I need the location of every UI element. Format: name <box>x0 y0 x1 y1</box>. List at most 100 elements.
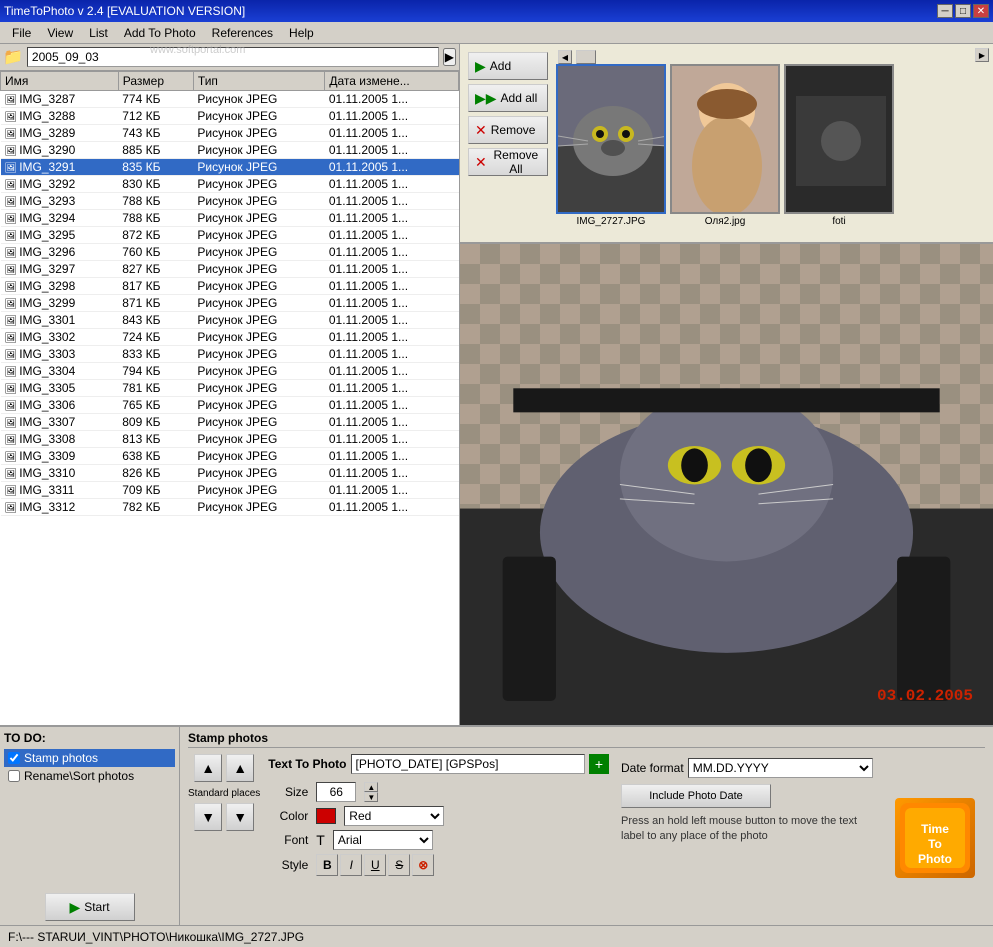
table-row[interactable]: 🖼IMG_3294 788 КБ Рисунок JPEG 01.11.2005… <box>1 210 459 227</box>
menu-file[interactable]: File <box>4 24 39 42</box>
stamp-title: Stamp photos <box>188 731 985 748</box>
menu-view[interactable]: View <box>39 24 81 42</box>
font-icon: T <box>316 832 325 848</box>
date-format-select[interactable]: MM.DD.YYYY DD.MM.YYYY YYYY.MM.DD <box>688 758 873 778</box>
thumbnail-person[interactable]: Оля2.jpg <box>670 64 780 227</box>
menu-add-to-photo[interactable]: Add To Photo <box>116 24 204 42</box>
add-tag-button[interactable]: + <box>589 754 609 774</box>
start-button[interactable]: ▶ Start <box>45 893 135 921</box>
cell-date: 01.11.2005 1... <box>325 125 459 142</box>
address-input[interactable] <box>27 47 439 67</box>
todo-item-stamp[interactable]: Stamp photos <box>4 749 175 767</box>
table-row[interactable]: 🖼IMG_3299 871 КБ Рисунок JPEG 01.11.2005… <box>1 295 459 312</box>
logo-area: Time To Photo <box>885 754 985 921</box>
close-button[interactable]: ✕ <box>973 4 989 18</box>
table-row[interactable]: 🖼IMG_3290 885 КБ Рисунок JPEG 01.11.2005… <box>1 142 459 159</box>
todo-checkbox-stamp[interactable] <box>8 752 20 764</box>
cell-type: Рисунок JPEG <box>193 227 324 244</box>
table-row[interactable]: 🖼IMG_3292 830 КБ Рисунок JPEG 01.11.2005… <box>1 176 459 193</box>
table-row[interactable]: 🖼IMG_3304 794 КБ Рисунок JPEG 01.11.2005… <box>1 363 459 380</box>
menu-help[interactable]: Help <box>281 24 322 42</box>
maximize-button[interactable]: □ <box>955 4 971 18</box>
font-select[interactable]: Arial Times New Roman Courier New <box>333 830 433 850</box>
cell-type: Рисунок JPEG <box>193 176 324 193</box>
col-size[interactable]: Размер <box>118 72 193 91</box>
cell-size: 826 КБ <box>118 465 193 482</box>
remove-all-button[interactable]: ✕ Remove All <box>468 148 548 176</box>
table-row[interactable]: 🖼IMG_3308 813 КБ Рисунок JPEG 01.11.2005… <box>1 431 459 448</box>
menu-list[interactable]: List <box>81 24 116 42</box>
table-row[interactable]: 🖼IMG_3295 872 КБ Рисунок JPEG 01.11.2005… <box>1 227 459 244</box>
thumbnail-strip: ▶ Add ▶▶ Add all ✕ Remove ✕ Remove All <box>460 44 993 244</box>
table-row[interactable]: 🖼IMG_3293 788 КБ Рисунок JPEG 01.11.2005… <box>1 193 459 210</box>
table-row[interactable]: 🖼IMG_3288 712 КБ Рисунок JPEG 01.11.2005… <box>1 108 459 125</box>
color-swatch[interactable] <box>316 808 336 824</box>
table-row[interactable]: 🖼IMG_3311 709 КБ Рисунок JPEG 01.11.2005… <box>1 482 459 499</box>
cell-name: 🖼IMG_3295 <box>1 227 119 244</box>
style-strikethrough[interactable]: S <box>388 854 410 876</box>
table-row[interactable]: 🖼IMG_3287 774 КБ Рисунок JPEG 01.11.2005… <box>1 91 459 108</box>
table-row[interactable]: 🖼IMG_3302 724 КБ Рисунок JPEG 01.11.2005… <box>1 329 459 346</box>
remove-button[interactable]: ✕ Remove <box>468 116 548 144</box>
todo-checkbox-rename[interactable] <box>8 770 20 782</box>
arrow-up-right[interactable]: ▲ <box>226 754 254 782</box>
cell-type: Рисунок JPEG <box>193 499 324 516</box>
table-row[interactable]: 🖼IMG_3309 638 КБ Рисунок JPEG 01.11.2005… <box>1 448 459 465</box>
table-row[interactable]: 🖼IMG_3307 809 КБ Рисунок JPEG 01.11.2005… <box>1 414 459 431</box>
table-row[interactable]: 🖼IMG_3298 817 КБ Рисунок JPEG 01.11.2005… <box>1 278 459 295</box>
thumbnail-cat-label: IMG_2727.JPG <box>577 216 646 227</box>
cell-size: 788 КБ <box>118 193 193 210</box>
thumbnail-dark[interactable]: foti <box>784 64 894 227</box>
cell-date: 01.11.2005 1... <box>325 312 459 329</box>
size-down[interactable]: ▼ <box>364 792 378 802</box>
statusbar-text: F:\--- STARUИ_VINT\PHOTO\Никошка\IMG_272… <box>8 930 304 944</box>
size-input[interactable] <box>316 782 356 802</box>
style-italic[interactable]: I <box>340 854 362 876</box>
include-date-button[interactable]: Include Photo Date <box>621 784 771 808</box>
table-row[interactable]: 🖼IMG_3305 781 КБ Рисунок JPEG 01.11.2005… <box>1 380 459 397</box>
col-type[interactable]: Тип <box>193 72 324 91</box>
stamp-panel: Stamp photos ▲ ▲ Standard places ▼ ▼ Tex… <box>180 727 993 925</box>
table-row[interactable]: 🖼IMG_3297 827 КБ Рисунок JPEG 01.11.2005… <box>1 261 459 278</box>
table-row[interactable]: 🖼IMG_3301 843 КБ Рисунок JPEG 01.11.2005… <box>1 312 459 329</box>
strip-nav-right[interactable]: ▶ <box>975 48 989 62</box>
style-special[interactable]: ⊗ <box>412 854 434 876</box>
add-button[interactable]: ▶ Add <box>468 52 548 80</box>
arrow-up-left[interactable]: ▲ <box>194 754 222 782</box>
col-name[interactable]: Имя <box>1 72 119 91</box>
text-config: Text To Photo + Size ▲ ▼ Color <box>268 754 609 921</box>
cell-size: 843 КБ <box>118 312 193 329</box>
arrow-down-right[interactable]: ▼ <box>226 803 254 831</box>
table-row[interactable]: 🖼IMG_3310 826 КБ Рисунок JPEG 01.11.2005… <box>1 465 459 482</box>
style-underline[interactable]: U <box>364 854 386 876</box>
text-input[interactable] <box>351 754 586 774</box>
cell-date: 01.11.2005 1... <box>325 193 459 210</box>
add-all-button[interactable]: ▶▶ Add all <box>468 84 548 112</box>
cell-type: Рисунок JPEG <box>193 414 324 431</box>
cell-type: Рисунок JPEG <box>193 261 324 278</box>
add-icon: ▶ <box>475 58 486 75</box>
cell-name: 🖼IMG_3290 <box>1 142 119 159</box>
table-row[interactable]: 🖼IMG_3312 782 КБ Рисунок JPEG 01.11.2005… <box>1 499 459 516</box>
table-row[interactable]: 🖼IMG_3291 835 КБ Рисунок JPEG 01.11.2005… <box>1 159 459 176</box>
table-row[interactable]: 🖼IMG_3306 765 КБ Рисунок JPEG 01.11.2005… <box>1 397 459 414</box>
cell-size: 760 КБ <box>118 244 193 261</box>
file-list-container[interactable]: Имя Размер Тип Дата измене... 🖼IMG_3287 … <box>0 71 459 725</box>
browse-button[interactable]: ▶ <box>443 48 456 66</box>
cell-size: 788 КБ <box>118 210 193 227</box>
minimize-button[interactable]: ─ <box>937 4 953 18</box>
table-row[interactable]: 🖼IMG_3289 743 КБ Рисунок JPEG 01.11.2005… <box>1 125 459 142</box>
color-select[interactable]: Red Green Blue White Black Yellow <box>344 806 444 826</box>
font-label: Font <box>268 833 308 847</box>
col-date[interactable]: Дата измене... <box>325 72 459 91</box>
todo-item-rename[interactable]: Rename\Sort photos <box>4 767 175 785</box>
menu-references[interactable]: References <box>204 24 281 42</box>
thumbnail-cat[interactable]: IMG_2727.JPG <box>556 64 666 227</box>
cell-type: Рисунок JPEG <box>193 244 324 261</box>
style-bold[interactable]: B <box>316 854 338 876</box>
table-row[interactable]: 🖼IMG_3296 760 КБ Рисунок JPEG 01.11.2005… <box>1 244 459 261</box>
strip-nav-left[interactable]: ◀ <box>558 50 572 64</box>
arrow-down-left[interactable]: ▼ <box>194 803 222 831</box>
size-up[interactable]: ▲ <box>364 782 378 792</box>
table-row[interactable]: 🖼IMG_3303 833 КБ Рисунок JPEG 01.11.2005… <box>1 346 459 363</box>
